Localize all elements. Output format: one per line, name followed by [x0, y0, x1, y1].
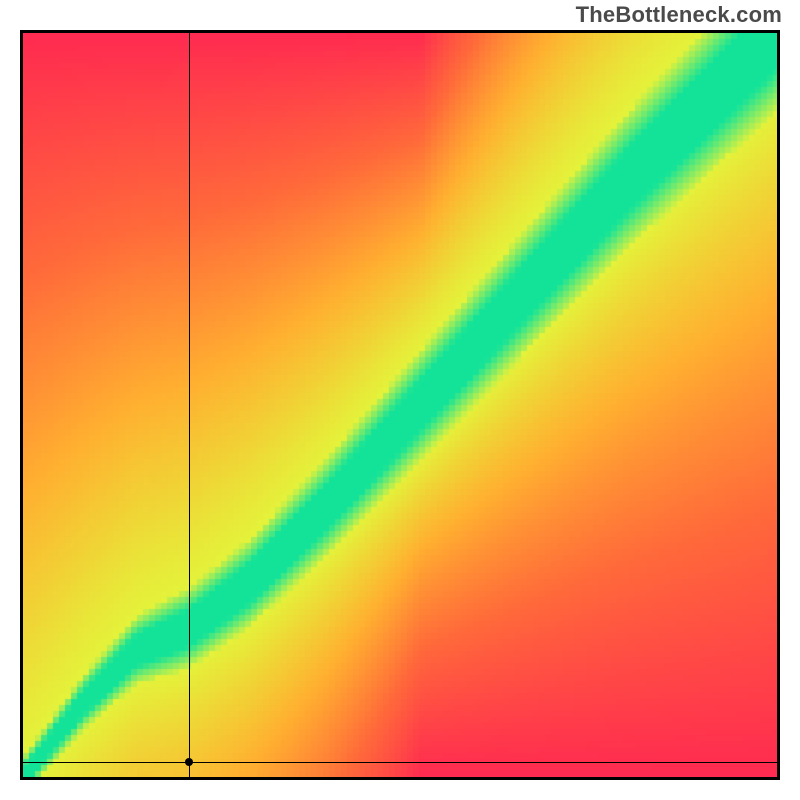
crosshair-horizontal: [23, 762, 777, 763]
plot-frame: [20, 30, 780, 780]
crosshair-marker-dot: [185, 758, 193, 766]
attribution-label: TheBottleneck.com: [576, 2, 782, 28]
heatmap-canvas: [23, 33, 777, 777]
chart-stage: TheBottleneck.com: [0, 0, 800, 800]
plot-inner: [23, 33, 777, 777]
crosshair-vertical: [189, 33, 190, 777]
